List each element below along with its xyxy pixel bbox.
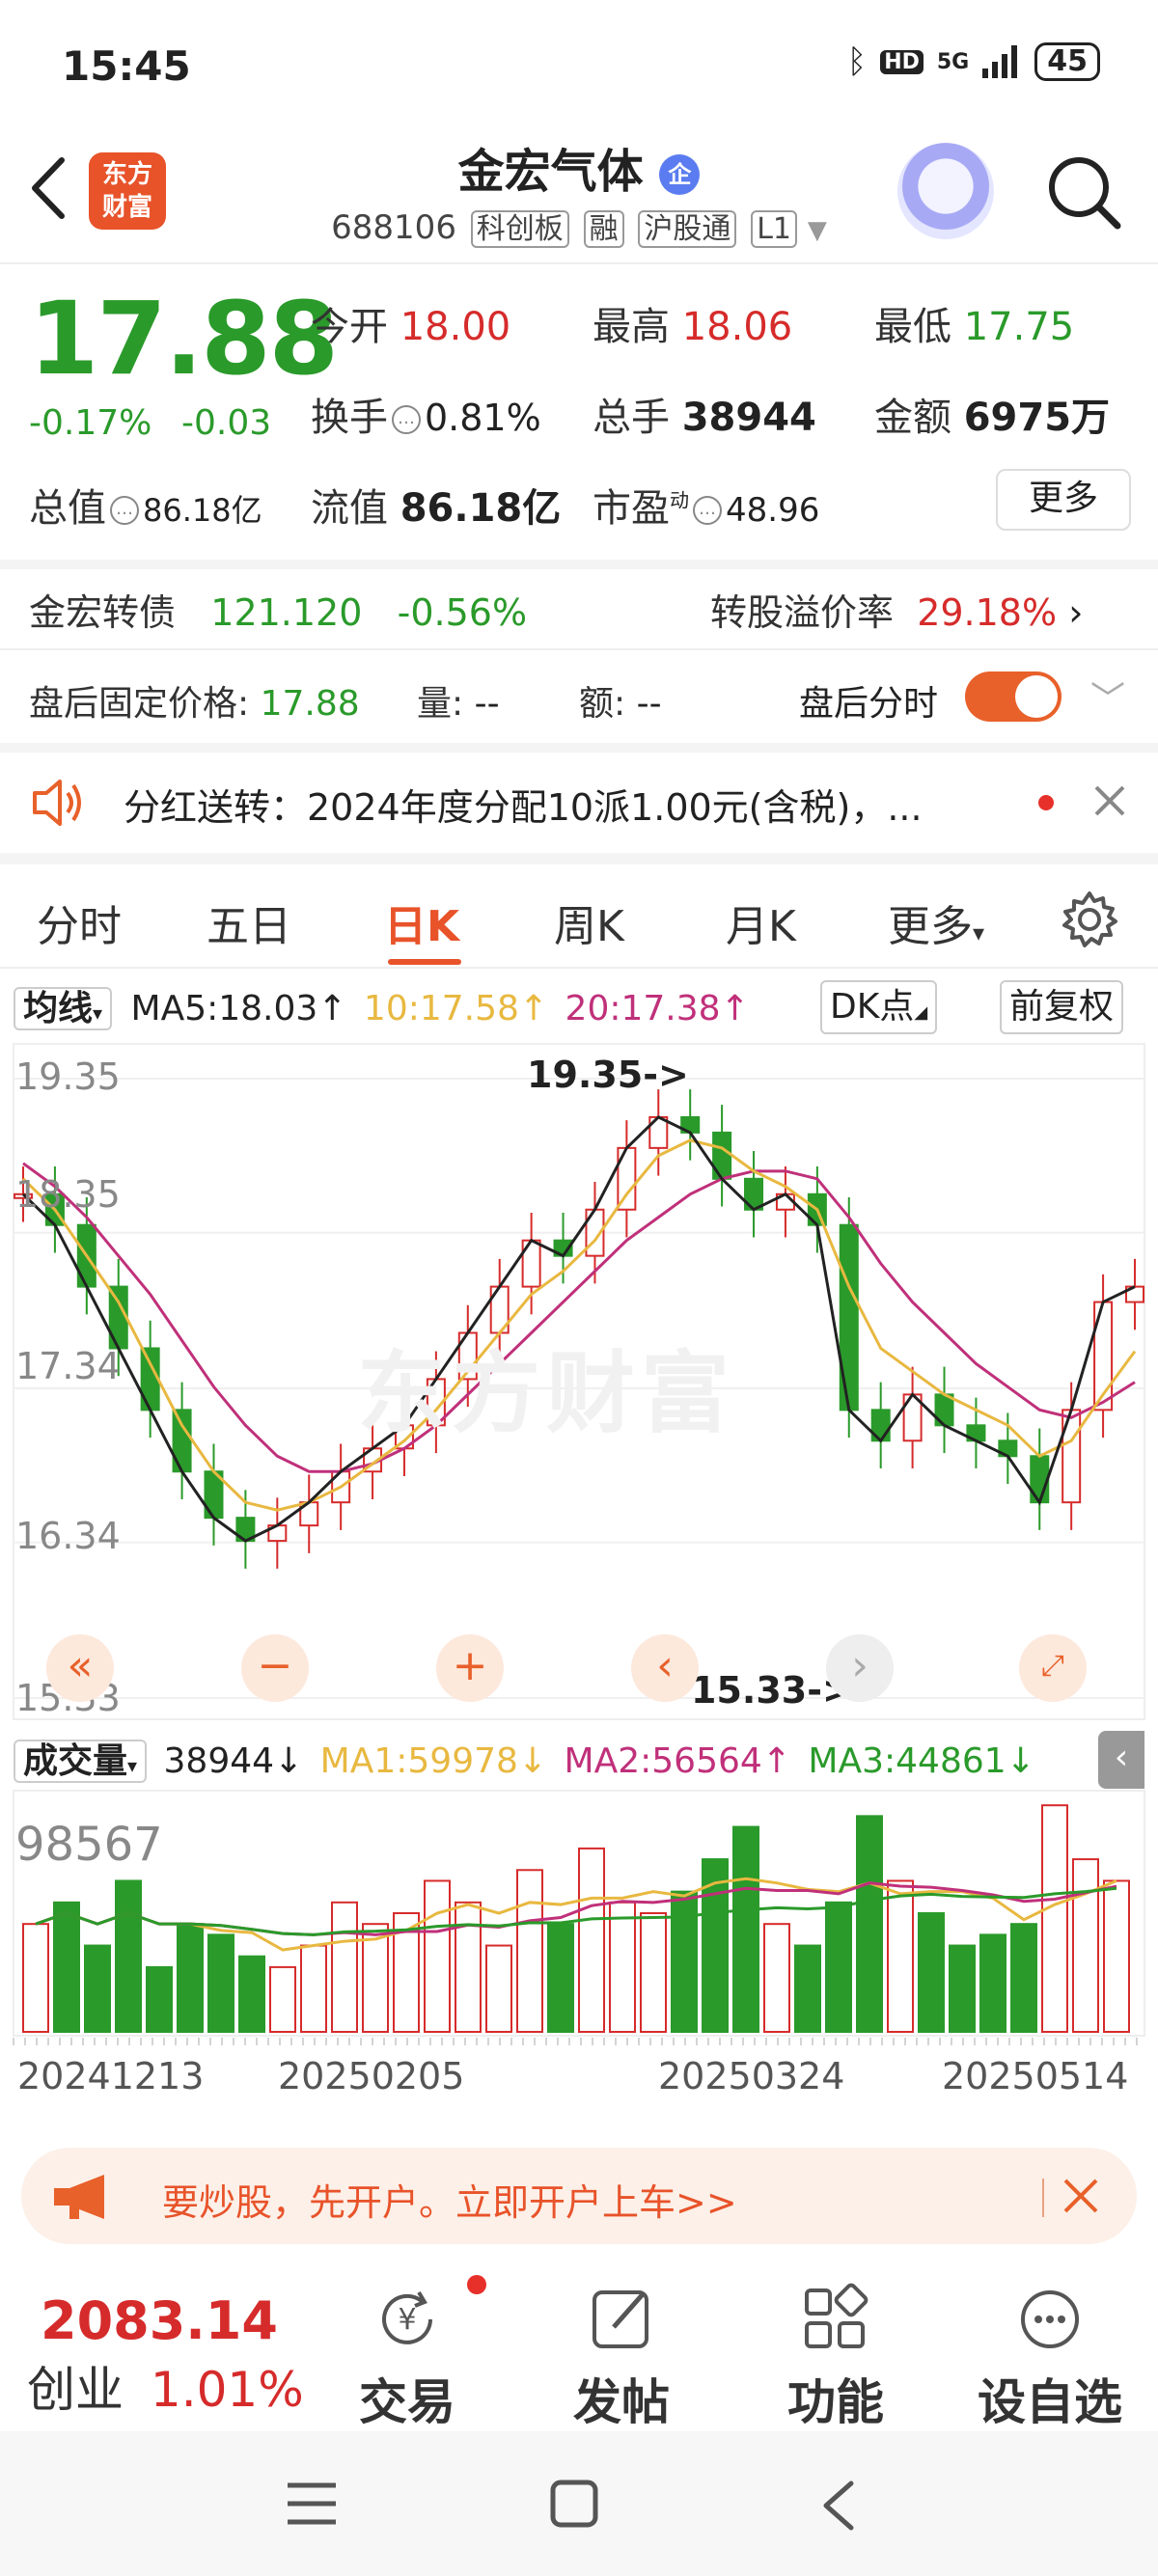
- volume-bar: [238, 1955, 265, 2034]
- volume-bar: [177, 1923, 204, 2033]
- volume-bar: [763, 1923, 790, 2033]
- index-value: 2083.14: [41, 2290, 278, 2351]
- volume-bar: [671, 1890, 698, 2033]
- prev-icon[interactable]: ‹: [631, 1634, 699, 1702]
- next-icon[interactable]: ›: [826, 1634, 894, 1702]
- volume-bar: [856, 1815, 883, 2034]
- volume-bar: [918, 1912, 945, 2033]
- volume-bar: [53, 1901, 80, 2034]
- y-tick: 17.34: [15, 1345, 121, 1387]
- volume-bar: [22, 1923, 49, 2033]
- volume-bar: [115, 1879, 142, 2034]
- y-tick: 16.34: [15, 1515, 121, 1557]
- volume-bar: [146, 1965, 173, 2033]
- volume-bar: [516, 1869, 543, 2033]
- home-icon[interactable]: [550, 2480, 598, 2528]
- volume-bar: [887, 1879, 914, 2034]
- svg-text:¥: ¥: [398, 2303, 416, 2337]
- menu-icon[interactable]: [286, 2481, 338, 2526]
- volume-bar: [825, 1901, 852, 2034]
- volume-bar: [732, 1825, 759, 2033]
- scroll-left-icon[interactable]: «: [46, 1634, 114, 1702]
- watermark: 东方财富: [357, 1342, 736, 1445]
- x-tick: 20250324: [658, 2055, 845, 2097]
- x-tick: 20250205: [278, 2055, 465, 2097]
- edit-icon: [593, 2290, 648, 2348]
- back-nav-icon[interactable]: [818, 2480, 857, 2532]
- volume-bar: [1072, 1858, 1099, 2034]
- notification-dot: [467, 2275, 486, 2294]
- index-ticker[interactable]: 2083.14 创业 1.01%: [27, 2290, 304, 2421]
- banner-separator: [1042, 2179, 1044, 2217]
- vol-ma1: MA1:59978↓: [319, 1741, 548, 1781]
- volume-bar: [300, 1944, 327, 2033]
- volume-bar: [578, 1847, 605, 2033]
- volume-bar: [1041, 1804, 1068, 2033]
- open-account-banner[interactable]: 要炒股，先开户。立即开户上车>>: [21, 2148, 1137, 2244]
- banner-text: 要炒股，先开户。立即开户上车>>: [162, 2181, 737, 2224]
- volume-bar: [794, 1944, 821, 2033]
- y-tick: 18.35: [15, 1173, 121, 1216]
- system-nav-bar: [0, 2431, 1158, 2576]
- more-icon: [1021, 2290, 1079, 2348]
- index-name: 创业: [27, 2362, 124, 2418]
- volume-bar: [979, 1933, 1006, 2034]
- volume-indicator-select[interactable]: 成交量▾: [14, 1740, 148, 1783]
- grid-icon: [805, 2283, 868, 2348]
- volume-bar: [331, 1901, 358, 2034]
- volume-bar: [1010, 1923, 1037, 2033]
- index-change: 1.01%: [150, 2362, 304, 2418]
- collapse-panel-icon[interactable]: ‹: [1098, 1731, 1144, 1789]
- megaphone-icon: [54, 2175, 104, 2219]
- y-tick: 19.35: [15, 1055, 121, 1098]
- fullscreen-icon[interactable]: ⤢: [1019, 1634, 1087, 1702]
- volume-bar: [609, 1901, 636, 2034]
- volume-bar: [455, 1901, 482, 2034]
- close-icon[interactable]: [1062, 2177, 1100, 2215]
- volume-max-label: 98567: [15, 1818, 163, 1872]
- volume-bar: [485, 1944, 512, 2033]
- zoom-in-icon[interactable]: +: [436, 1634, 504, 1702]
- vol-ma3: MA3:44861↓: [808, 1741, 1035, 1781]
- volume-bar: [640, 1912, 667, 2033]
- volume-bar: [949, 1944, 976, 2033]
- volume-bar: [424, 1879, 451, 2034]
- volume-bar: [207, 1933, 234, 2034]
- yen-refresh-icon: ¥: [382, 2290, 432, 2344]
- vol-ma2: MA2:56564↑: [564, 1741, 791, 1781]
- post-button[interactable]: 发帖: [525, 2267, 718, 2433]
- add-watchlist-button[interactable]: 设自选: [953, 2267, 1146, 2433]
- volume-bar: [84, 1944, 111, 2033]
- volume-bar: [547, 1923, 574, 2033]
- x-tick: 20250514: [942, 2055, 1129, 2097]
- volume-bar: [269, 1965, 296, 2033]
- max-price-annotation: 19.35->: [527, 1054, 689, 1096]
- volume-value: 38944↓: [163, 1741, 304, 1781]
- functions-button[interactable]: 功能: [739, 2267, 932, 2433]
- volume-bar: [1103, 1879, 1130, 2034]
- volume-legend: 成交量▾ 38944↓ MA1:59978↓ MA2:56564↑ MA3:44…: [14, 1733, 1035, 1783]
- x-tick: 20241213: [17, 2055, 205, 2097]
- bottom-toolbar: 2083.14 创业 1.01% ¥ 交易 发帖 功能 设自选: [0, 2267, 1158, 2431]
- zoom-out-icon[interactable]: −: [241, 1634, 309, 1702]
